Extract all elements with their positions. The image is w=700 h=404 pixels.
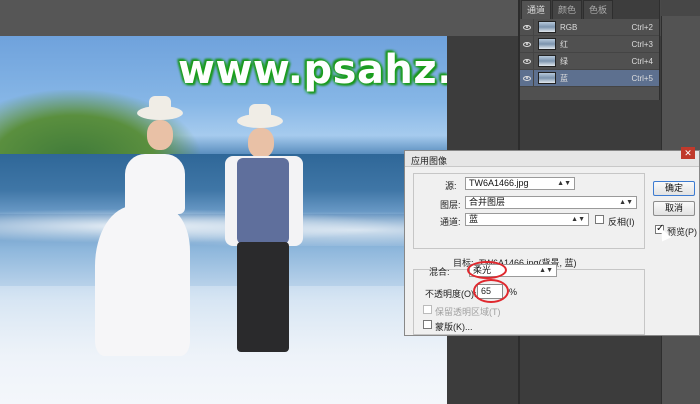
cancel-button[interactable]: 取消 <box>653 201 695 216</box>
eye-icon[interactable] <box>520 69 534 87</box>
channel-value: 蓝 <box>469 214 479 224</box>
photo-groom <box>215 104 335 366</box>
layer-value: 合并图层 <box>469 197 506 207</box>
opacity-label: 不透明度(O): <box>425 289 477 299</box>
mask-checkbox[interactable] <box>423 320 432 329</box>
channel-name: 红 <box>560 39 568 49</box>
channel-row-green[interactable]: 绿 Ctrl+4 <box>520 52 659 70</box>
channel-shortcut: Ctrl+5 <box>631 73 653 83</box>
dialog-title: 应用图像 <box>405 151 699 167</box>
chevron-down-icon: ▲▼ <box>557 180 571 187</box>
channel-row-blue[interactable]: 蓝 Ctrl+5 <box>520 69 659 87</box>
top-toolbar-strip <box>0 0 518 36</box>
eye-icon[interactable] <box>520 18 534 36</box>
channel-name: RGB <box>560 22 578 32</box>
preserve-transparency-checkbox[interactable] <box>423 305 432 314</box>
close-icon[interactable]: ✕ <box>681 147 695 159</box>
ok-button[interactable]: 确定 <box>653 181 695 196</box>
chevron-down-icon: ▲▼ <box>571 216 585 223</box>
channels-panel: 通道 颜色 色板 RGB Ctrl+2 红 Ctrl+3 绿 Ctrl+4 蓝 … <box>520 0 660 100</box>
channel-row-rgb[interactable]: RGB Ctrl+2 <box>520 18 659 36</box>
channel-thumbnail <box>538 55 556 67</box>
tab-swatches[interactable]: 色板 <box>583 0 614 19</box>
mask-label: 蒙版(K)... <box>435 322 473 332</box>
chevron-down-icon: ▲▼ <box>619 199 633 206</box>
chevron-down-icon: ▲▼ <box>539 267 553 274</box>
layer-label: 图层: <box>440 200 461 210</box>
channel-row-red[interactable]: 红 Ctrl+3 <box>520 35 659 53</box>
eye-icon[interactable] <box>520 35 534 53</box>
channel-thumbnail <box>538 38 556 50</box>
preserve-transparency-label: 保留透明区域(T) <box>435 307 501 317</box>
source-value: TW6A1466.jpg <box>469 178 529 188</box>
channel-thumbnail <box>538 72 556 84</box>
invert-checkbox[interactable] <box>595 215 604 224</box>
tab-color[interactable]: 颜色 <box>552 0 583 19</box>
channels-tabs: 通道 颜色 色板 <box>520 0 659 19</box>
channel-thumbnail <box>538 21 556 33</box>
channel-shortcut: Ctrl+3 <box>631 39 653 49</box>
channel-label: 通道: <box>440 217 461 227</box>
source-label: 源: <box>445 181 457 191</box>
annotation-blending-highlight <box>467 261 507 279</box>
tab-channels[interactable]: 通道 <box>521 0 552 19</box>
channel-shortcut: Ctrl+2 <box>631 22 653 32</box>
channel-name: 绿 <box>560 56 568 66</box>
photo-bride <box>95 96 205 396</box>
eye-icon[interactable] <box>520 52 534 70</box>
preview-label: 预览(P) <box>667 227 697 237</box>
layer-select[interactable]: 合并图层 ▲▼ <box>465 196 637 209</box>
apply-image-dialog: 应用图像 源: TW6A1466.jpg ▲▼ 图层: 合并图层 ▲▼ 通道: … <box>404 150 700 336</box>
blending-label: 混合: <box>429 267 450 277</box>
source-select[interactable]: TW6A1466.jpg ▲▼ <box>465 177 575 190</box>
channel-select[interactable]: 蓝 ▲▼ <box>465 213 589 226</box>
dock-handle[interactable] <box>661 0 700 16</box>
annotation-opacity-highlight <box>473 279 509 303</box>
channel-name: 蓝 <box>560 73 568 83</box>
opacity-unit: % <box>509 287 518 297</box>
invert-label: 反相(I) <box>608 217 635 227</box>
channel-shortcut: Ctrl+4 <box>631 56 653 66</box>
